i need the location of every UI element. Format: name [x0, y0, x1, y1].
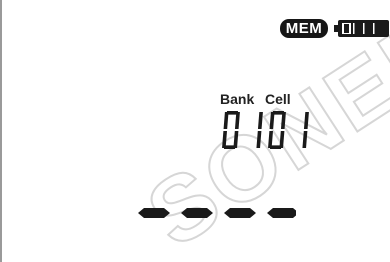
bank-cell-readout: [218, 109, 310, 151]
bank-cell-labels: Bank Cell: [220, 91, 310, 107]
battery-icon: [334, 20, 390, 37]
bank-cell-digit: [302, 112, 309, 148]
measurement-readout: [136, 203, 296, 223]
bank-cell-digit: [268, 111, 286, 150]
measurement-dash: [181, 208, 213, 218]
measurement-dash: [224, 208, 256, 218]
mem-badge: MEM: [280, 19, 328, 38]
bank-label: Bank: [220, 91, 255, 107]
cell-label: Cell: [265, 91, 291, 107]
measurement-dash: [267, 208, 296, 218]
bank-cell-digit: [256, 112, 263, 148]
measurement-dash: [138, 208, 170, 218]
bank-cell-digit: [222, 111, 240, 150]
